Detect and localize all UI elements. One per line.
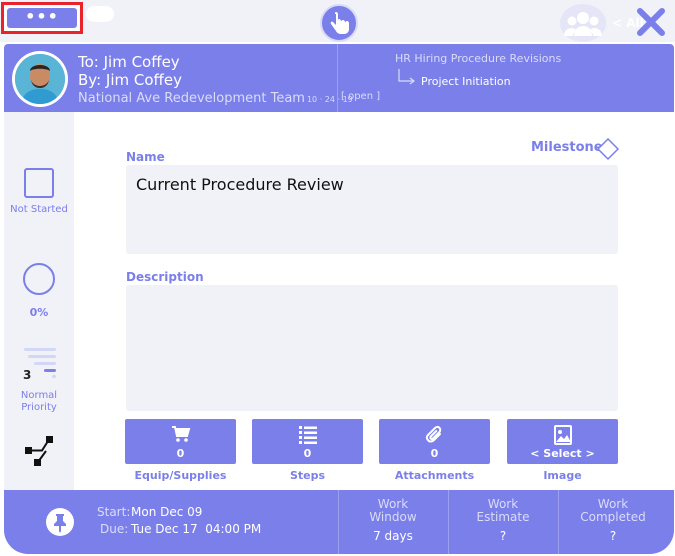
phase-name[interactable]: Project Initiation	[421, 75, 511, 88]
description-field[interactable]	[126, 285, 618, 411]
priority-label-line2: Priority	[21, 402, 57, 413]
equip-supplies-label: Equip/Supplies	[134, 469, 227, 482]
hand-pointer-button[interactable]	[320, 4, 358, 42]
milestone-label[interactable]: Milestone	[531, 140, 603, 155]
name-field[interactable]: Current Procedure Review	[126, 165, 618, 254]
priority-label: Normal Priority	[4, 390, 74, 414]
work-estimate-value: ?	[499, 529, 507, 543]
pin-button[interactable]	[46, 508, 74, 536]
top-bar: ••• < All	[0, 0, 675, 42]
priority-number: 3	[23, 368, 32, 382]
work-window[interactable]: Work Window 7 days	[338, 498, 448, 544]
due-key: Due:	[100, 522, 129, 536]
more-options-button[interactable]: •••	[1, 2, 83, 34]
task-footer: Start: Mon Dec 09 Due: Tue Dec 17 04:00 …	[4, 490, 674, 554]
avatar-photo	[15, 54, 65, 104]
attachments-button[interactable]: 0	[379, 419, 490, 464]
team-name-text: National Ave Redevelopment Team	[78, 91, 305, 106]
image-button[interactable]: < Select >	[507, 419, 618, 464]
list-icon	[299, 426, 317, 444]
description-label: Description	[126, 270, 204, 284]
equip-supplies-count: 0	[176, 447, 185, 460]
dependency-flow-icon[interactable]	[22, 434, 56, 468]
name-label: Name	[126, 150, 165, 164]
attachments-count: 0	[430, 447, 439, 460]
start-date[interactable]: Mon Dec 09	[131, 505, 202, 519]
work-window-value: 7 days	[373, 529, 413, 543]
attachments-label: Attachments	[394, 469, 475, 482]
team-button[interactable]	[560, 4, 606, 42]
steps-button[interactable]: 0	[252, 419, 363, 464]
cart-icon	[172, 426, 191, 442]
status-sidebar: Not Started 0% 3 Normal Priority	[4, 112, 74, 490]
work-completed-title-2: Completed	[580, 510, 646, 524]
close-icon[interactable]	[634, 6, 668, 38]
header-divider	[337, 44, 338, 112]
progress-label: 0%	[29, 306, 49, 319]
pushpin-icon	[54, 514, 66, 533]
progress-ring[interactable]	[23, 263, 55, 295]
image-select: < Select >	[530, 447, 595, 460]
steps-count: 0	[303, 447, 312, 460]
steps-label: Steps	[289, 469, 326, 482]
work-estimate-title-2: Estimate	[476, 510, 530, 524]
person-icon	[15, 54, 65, 104]
sub-arrow-icon	[398, 69, 415, 85]
image-label: Image	[543, 469, 582, 482]
project-name[interactable]: HR Hiring Procedure Revisions	[395, 52, 561, 65]
equip-supplies-button[interactable]: 0	[125, 419, 236, 464]
task-card: To: Jim Coffey By: Jim Coffey National A…	[4, 44, 674, 554]
status-checkbox[interactable]	[24, 168, 54, 198]
avatar[interactable]	[12, 51, 68, 107]
group-icon	[564, 12, 602, 36]
due-date[interactable]: Tue Dec 17 04:00 PM	[131, 522, 261, 536]
start-key: Start:	[97, 505, 131, 519]
assigned-by: By: Jim Coffey	[78, 71, 182, 89]
milestone-diamond-icon[interactable]	[596, 137, 620, 161]
open-status-tag[interactable]: [ open ]	[341, 91, 380, 102]
team-name: National Ave Redevelopment Team 10 · 24 ·…	[78, 91, 353, 106]
work-completed[interactable]: Work Completed ?	[558, 498, 668, 544]
status-label: Not Started	[10, 204, 68, 215]
work-window-title-2: Window	[369, 510, 417, 524]
image-icon	[554, 425, 572, 445]
task-header: To: Jim Coffey By: Jim Coffey National A…	[4, 44, 674, 112]
more-options-label: •••	[7, 8, 77, 28]
work-estimate[interactable]: Work Estimate ?	[448, 498, 558, 544]
work-completed-value: ?	[609, 529, 617, 543]
assigned-to: To: Jim Coffey	[78, 53, 180, 71]
toggle-pill[interactable]	[86, 6, 114, 22]
paperclip-icon	[425, 425, 442, 443]
hand-pointer-icon	[330, 12, 349, 34]
priority-label-line1: Normal	[20, 390, 58, 401]
name-value: Current Procedure Review	[136, 175, 344, 194]
